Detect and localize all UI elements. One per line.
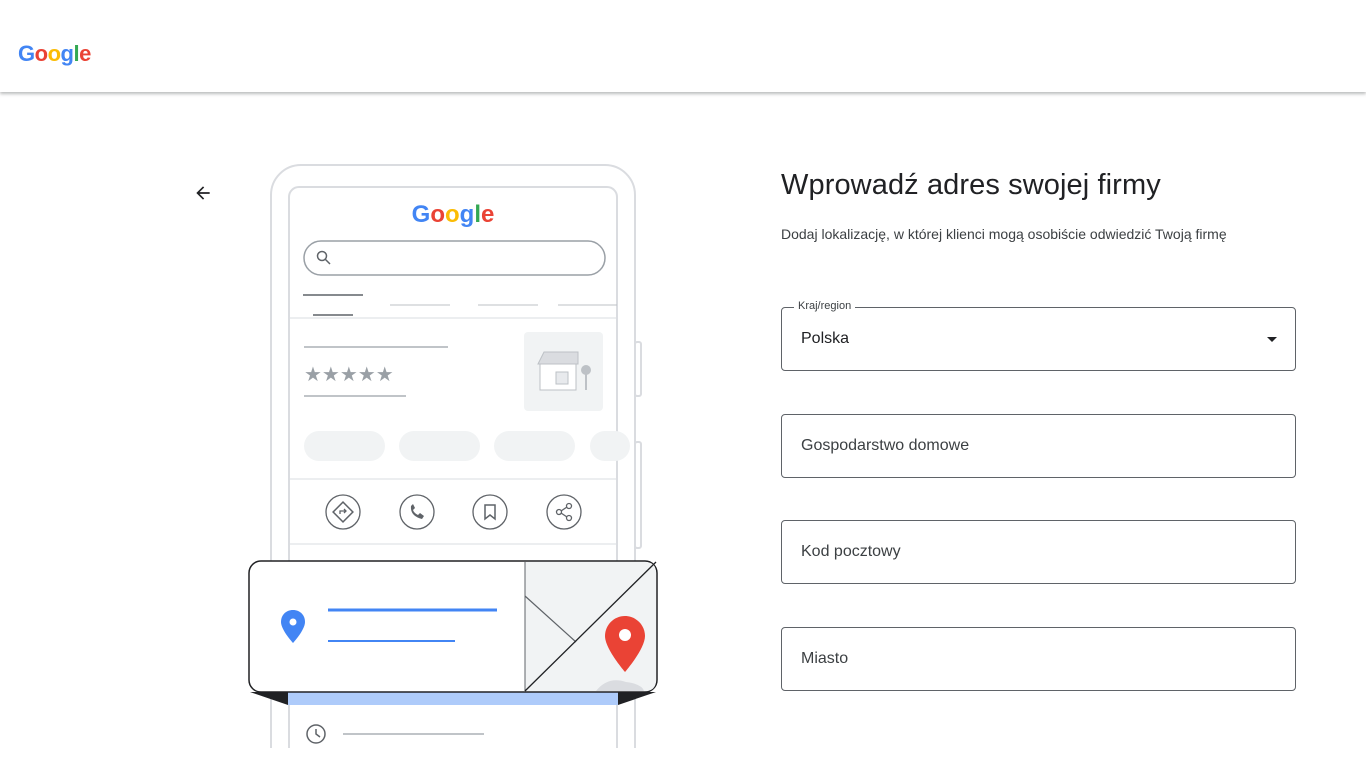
logo-letter: g xyxy=(60,41,74,66)
logo-letter: o xyxy=(47,41,61,66)
country-select[interactable]: Kraj/region Polska xyxy=(781,300,1296,371)
phone-icon xyxy=(399,494,435,530)
arrow-left-icon xyxy=(196,186,210,200)
country-value: Polska xyxy=(801,330,850,347)
rating-stars: ★★★★★ xyxy=(304,362,394,386)
logo-letter: G xyxy=(18,41,35,66)
country-label: Kraj/region xyxy=(794,300,856,312)
business-profile-illustration: Google ★★★★★ xyxy=(246,164,660,748)
logo-letter: o xyxy=(34,41,48,66)
back-button[interactable] xyxy=(188,178,218,208)
page-title: Wprowadź adres swojej firmy xyxy=(781,169,1161,201)
phone-illustration: Google ★★★★★ xyxy=(248,164,658,748)
street-address-placeholder: Gospodarstwo domowe xyxy=(801,437,970,454)
share-icon xyxy=(546,494,582,530)
dropdown-arrow-icon xyxy=(1267,337,1277,342)
address-form: Wprowadź adres swojej firmy Dodaj lokali… xyxy=(781,166,1296,244)
logo-letter: e xyxy=(79,41,91,66)
google-logo[interactable]: Google xyxy=(18,41,91,67)
city-placeholder: Miasto xyxy=(801,650,849,667)
postal-code-placeholder: Kod pocztowy xyxy=(801,543,901,560)
bookmark-icon xyxy=(472,494,508,530)
postal-code-field[interactable]: Kod pocztowy xyxy=(781,520,1296,584)
street-address-field[interactable]: Gospodarstwo domowe xyxy=(781,414,1296,478)
directions-icon xyxy=(325,494,361,530)
top-bar: Google xyxy=(0,0,1366,92)
city-field[interactable]: Miasto xyxy=(781,627,1296,691)
page-subtitle: Dodaj lokalizację, w której klienci mogą… xyxy=(781,226,1227,242)
phone-google-logo: Google xyxy=(412,201,495,228)
